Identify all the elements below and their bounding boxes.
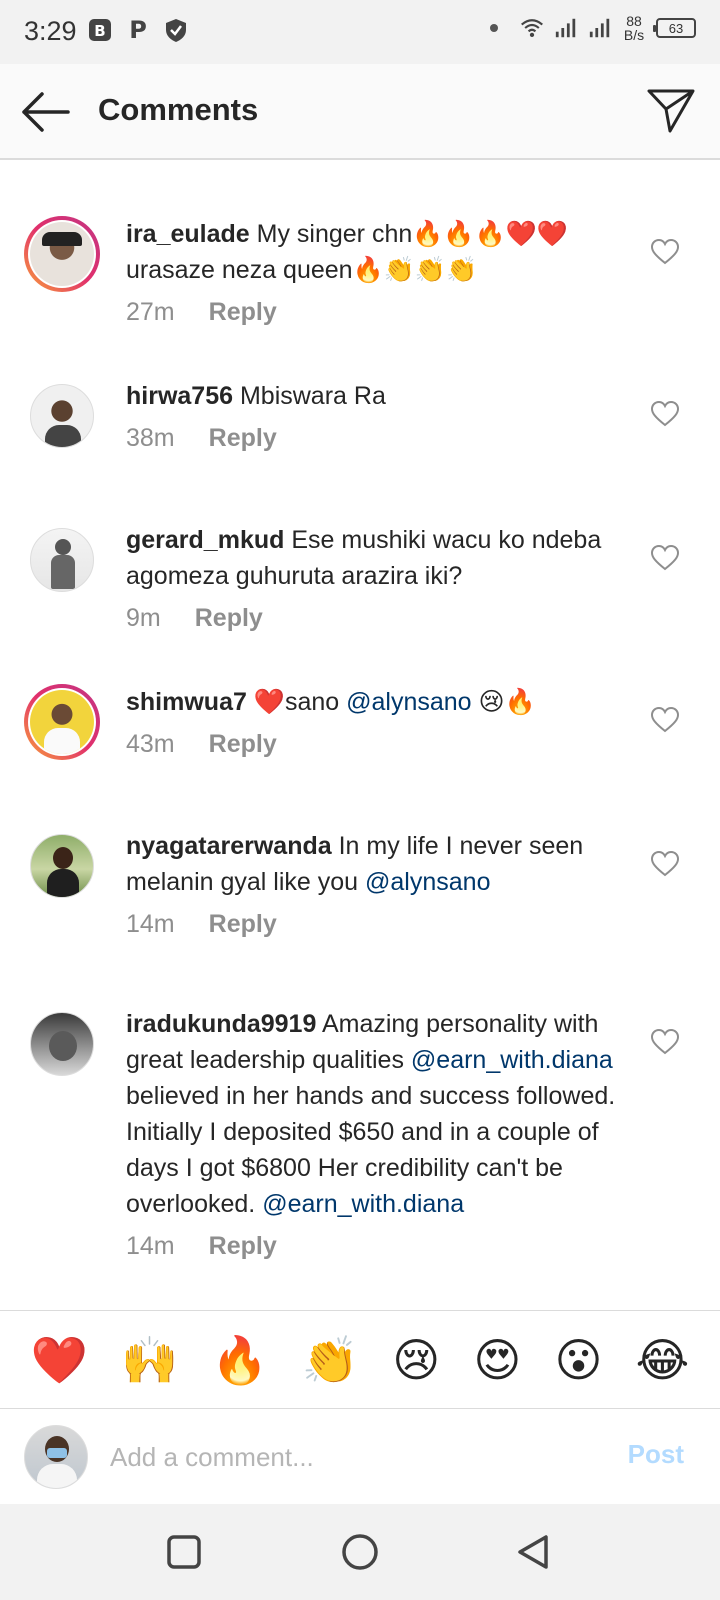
battery-icon: 63: [653, 18, 696, 38]
svg-text:B: B: [94, 22, 105, 40]
emoji-heart-button[interactable]: ❤️: [31, 1337, 88, 1383]
mention-link[interactable]: @alynsano: [346, 688, 471, 716]
reply-button[interactable]: Reply: [209, 1228, 277, 1264]
header: Comments: [0, 64, 720, 160]
like-button[interactable]: [650, 706, 680, 734]
emoji-crying-button[interactable]: 😢: [392, 1337, 440, 1383]
share-button[interactable]: [646, 86, 696, 136]
reply-button[interactable]: Reply: [209, 294, 277, 330]
avatar[interactable]: [24, 1006, 100, 1082]
emoji-heart-eyes-button[interactable]: 😍: [473, 1337, 521, 1383]
back-nav-button[interactable]: [514, 1532, 554, 1572]
emoji-fire-button[interactable]: 🔥: [211, 1337, 268, 1383]
signal-icon: [554, 16, 578, 40]
avatar[interactable]: [24, 378, 100, 454]
network-speed: 88 B/s: [622, 14, 646, 42]
status-right-icons: 88 B/s 63: [490, 14, 696, 42]
p-notification-icon: P: [126, 17, 150, 43]
like-button[interactable]: [650, 400, 680, 428]
emoji-quick-bar: ❤️ 🙌 🔥 👏 😢 😍 😮 😂: [0, 1310, 720, 1408]
avatar[interactable]: [24, 684, 100, 760]
comment-username[interactable]: shimwua7: [126, 688, 247, 716]
emoji-raised-hands-button[interactable]: 🙌: [121, 1337, 178, 1383]
status-time: 3:29: [24, 16, 77, 46]
back-button[interactable]: [20, 88, 72, 136]
wifi-icon: [520, 16, 544, 40]
mention-link[interactable]: @alynsano: [365, 868, 490, 896]
comment-time: 14m: [126, 910, 175, 938]
comment-input[interactable]: [110, 1435, 580, 1479]
svg-text:P: P: [129, 17, 147, 43]
comment-text: Mbiswara Ra: [239, 382, 386, 410]
comment-composer: Post: [0, 1408, 720, 1504]
heart-outline-icon: [650, 706, 680, 733]
comment-time: 14m: [126, 1232, 175, 1260]
signal-icon-2: [588, 16, 612, 40]
b-notification-icon: B: [88, 18, 112, 42]
circle-icon: [342, 1534, 378, 1570]
comment-text: ❤️sano: [253, 688, 347, 716]
status-left-icons: B P: [88, 17, 188, 43]
comment-username[interactable]: nyagatarerwanda: [126, 832, 332, 860]
comment-time: 38m: [126, 424, 175, 452]
back-arrow-icon: [22, 92, 70, 132]
paper-plane-icon: [647, 89, 695, 133]
reply-button[interactable]: Reply: [195, 600, 263, 636]
like-button[interactable]: [650, 544, 680, 572]
like-button[interactable]: [650, 1028, 680, 1056]
comment-text-end: 😢🔥: [471, 688, 536, 716]
reply-button[interactable]: Reply: [209, 726, 277, 762]
reply-button[interactable]: Reply: [209, 906, 277, 942]
network-speed-value: 88: [626, 13, 642, 29]
comments-list[interactable]: ira_eulade My singer chn🔥🔥🔥❤️❤️ urasaze …: [0, 160, 720, 1310]
status-bar: 3:29 B P 88 B/s 63: [0, 0, 720, 64]
comment-time: 27m: [126, 298, 175, 326]
system-nav-bar: [0, 1504, 720, 1600]
shield-icon: [164, 18, 188, 42]
heart-outline-icon: [650, 850, 680, 877]
mention-link[interactable]: @earn_with.diana: [262, 1190, 464, 1218]
comment-username[interactable]: iradukunda9919: [126, 1010, 316, 1038]
recents-button[interactable]: [164, 1532, 204, 1572]
like-button[interactable]: [650, 850, 680, 878]
square-icon: [167, 1535, 201, 1569]
comment-time: 9m: [126, 604, 161, 632]
emoji-clap-button[interactable]: 👏: [302, 1337, 359, 1383]
avatar[interactable]: [24, 828, 100, 904]
page-title: Comments: [98, 92, 259, 127]
avatar[interactable]: [24, 216, 100, 292]
heart-outline-icon: [650, 1028, 680, 1055]
emoji-laughing-button[interactable]: 😂: [636, 1337, 690, 1383]
mention-link[interactable]: @earn_with.diana: [411, 1046, 613, 1074]
reply-button[interactable]: Reply: [209, 420, 277, 456]
emoji-surprised-button[interactable]: 😮: [554, 1337, 602, 1383]
like-button[interactable]: [650, 238, 680, 266]
network-speed-unit: B/s: [623, 27, 645, 43]
home-button[interactable]: [340, 1532, 380, 1572]
comment-username[interactable]: gerard_mkud: [126, 526, 284, 554]
heart-outline-icon: [650, 544, 680, 571]
comment-time: 43m: [126, 730, 175, 758]
heart-outline-icon: [650, 400, 680, 427]
heart-outline-icon: [650, 238, 680, 265]
avatar[interactable]: [24, 522, 100, 598]
triangle-back-icon: [518, 1535, 548, 1569]
notification-dot-icon: [490, 24, 498, 32]
current-user-avatar: [24, 1425, 88, 1489]
comment-username[interactable]: ira_eulade: [126, 220, 250, 248]
post-button[interactable]: Post: [628, 1439, 684, 1470]
comment-username[interactable]: hirwa756: [126, 382, 233, 410]
